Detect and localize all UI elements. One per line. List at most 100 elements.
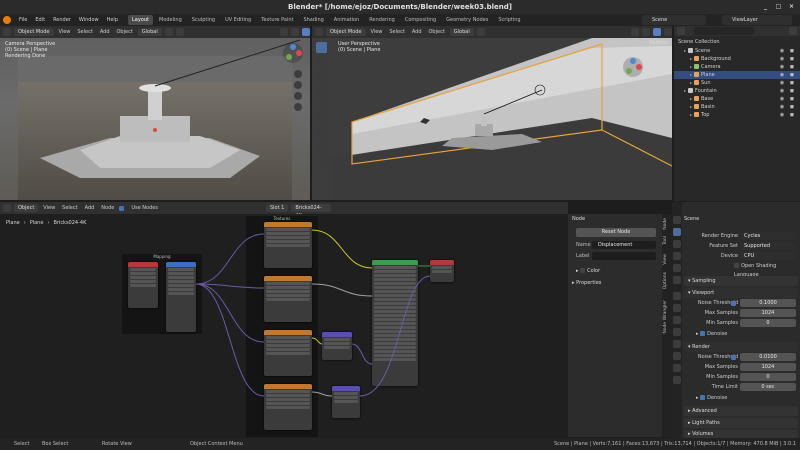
modifier-tab-icon[interactable] (673, 304, 681, 312)
noise-threshold-checkbox[interactable] (731, 301, 736, 306)
view-layer-tab-icon[interactable] (673, 252, 681, 260)
select-tool-icon[interactable] (316, 42, 327, 53)
tab-layout[interactable]: Layout (128, 15, 153, 25)
render-subpanel[interactable]: ▾ Render (684, 342, 798, 352)
feature-set-dropdown[interactable]: Supported (740, 242, 796, 250)
visibility-icon[interactable]: ◉ ◼ (780, 63, 796, 71)
menu-help[interactable]: Help (104, 15, 121, 25)
render-min-samples-field[interactable]: 0 (740, 373, 796, 381)
volumes-panel[interactable]: ▸ Volumes (684, 430, 798, 438)
menu-file[interactable]: File (16, 15, 30, 25)
output-tab-icon[interactable] (673, 240, 681, 248)
overlay-icon[interactable] (631, 28, 639, 36)
view-layer-selector[interactable]: ViewLayer (722, 15, 792, 25)
node-name-input[interactable]: Displacement (592, 241, 656, 249)
menu-object[interactable]: Object (427, 29, 447, 35)
measure-tool-icon[interactable] (316, 140, 327, 151)
tab-options[interactable]: Options (663, 272, 671, 289)
render-noise-field[interactable]: 0.0100 (740, 353, 796, 361)
menu-add[interactable]: Add (83, 205, 97, 211)
use-nodes-checkbox[interactable] (119, 205, 125, 211)
shading-rendered-icon[interactable] (302, 28, 310, 36)
outliner-item[interactable]: ▸ Camera ◉ ◼ (674, 63, 800, 71)
render-max-samples-field[interactable]: 1024 (740, 363, 796, 371)
noise-threshold-checkbox[interactable] (731, 355, 736, 360)
menu-view[interactable]: View (41, 205, 57, 211)
tab-animation[interactable]: Animation (330, 15, 364, 25)
shading-material-icon[interactable] (664, 28, 672, 36)
shader-type-dropdown[interactable]: Object (14, 204, 39, 212)
light-paths-panel[interactable]: ▸ Light Paths (684, 418, 798, 428)
outliner-item[interactable]: ▸ Background ◉ ◼ (674, 55, 800, 63)
constraints-tab-icon[interactable] (673, 340, 681, 348)
texture-tab-icon[interactable] (673, 376, 681, 384)
blender-logo-icon[interactable] (3, 16, 11, 24)
scene-selector[interactable]: Scene (642, 15, 706, 25)
menu-view[interactable]: View (369, 29, 385, 35)
menu-window[interactable]: Window (76, 15, 102, 25)
move-tool-icon[interactable] (316, 70, 327, 81)
tab-shading[interactable]: Shading (299, 15, 327, 25)
outliner-search-input[interactable] (694, 27, 754, 35)
properties-section[interactable]: ▸ Properties (572, 280, 601, 286)
slot-dropdown[interactable]: Slot 1 (265, 204, 289, 212)
object-tab-icon[interactable] (673, 292, 681, 300)
orientation-dropdown[interactable]: Global (449, 28, 474, 36)
outliner-item[interactable]: ▸ Scene ◉ ◼ (674, 47, 800, 55)
navigation-gizmo-icon[interactable] (622, 56, 644, 78)
menu-view[interactable]: View (57, 29, 73, 35)
pan-hand-icon[interactable] (294, 81, 302, 89)
tab-node-wrangler[interactable]: Node Wrangler (663, 300, 671, 334)
tab-uv-editing[interactable]: UV Editing (221, 15, 255, 25)
mode-dropdown[interactable]: Object Mode (326, 28, 366, 36)
viewport-noise-field[interactable]: 0.1000 (740, 299, 796, 307)
tab-node[interactable]: Node (663, 218, 671, 230)
annotate-tool-icon[interactable] (316, 126, 327, 137)
node-label-input[interactable] (592, 252, 656, 260)
node-editor[interactable]: Plane › Plane › Bricks024-4K Mapping Textu… (0, 214, 568, 437)
visibility-icon[interactable]: ◉ ◼ (780, 71, 796, 79)
xray-icon[interactable] (642, 28, 650, 36)
viewport-subpanel[interactable]: ▾ Viewport (684, 288, 798, 298)
color-section[interactable]: ▸ Color (576, 268, 600, 274)
denoise-checkbox[interactable] (700, 331, 706, 336)
world-tab-icon[interactable] (673, 276, 681, 284)
rotate-tool-icon[interactable] (316, 84, 327, 95)
filter-icon[interactable] (789, 27, 797, 35)
options-menu[interactable]: Options (649, 40, 668, 46)
menu-select[interactable]: Select (60, 205, 79, 211)
outliner-item[interactable]: ▸ Top ◉ ◼ (674, 111, 800, 119)
render-engine-dropdown[interactable]: Cycles (740, 232, 796, 240)
left-viewport[interactable]: Camera Perspective (0) Scene | Plane Ren… (0, 38, 310, 200)
data-tab-icon[interactable] (673, 352, 681, 360)
proportional-icon[interactable] (175, 28, 184, 36)
scale-tool-icon[interactable] (316, 98, 327, 109)
physics-tab-icon[interactable] (673, 328, 681, 336)
add-cube-tool-icon[interactable] (316, 154, 327, 165)
grid-icon[interactable] (294, 103, 302, 111)
tab-compositing[interactable]: Compositing (401, 15, 440, 25)
menu-edit[interactable]: Edit (32, 15, 48, 25)
outliner-item[interactable]: ▸ Plane ◉ ◼ (674, 71, 800, 79)
shading-solid-icon[interactable] (653, 28, 661, 36)
render-tab-icon[interactable] (673, 228, 681, 236)
time-limit-field[interactable]: 0 sec (740, 383, 796, 391)
menu-add[interactable]: Add (98, 29, 112, 35)
denoise-checkbox[interactable] (700, 395, 706, 400)
outliner-item[interactable]: ▸ Base ◉ ◼ (674, 95, 800, 103)
zoom-icon[interactable] (294, 70, 302, 78)
tab-view[interactable]: View (663, 254, 671, 265)
tab-rendering[interactable]: Rendering (365, 15, 399, 25)
scene-tab-icon[interactable] (673, 264, 681, 272)
camera-view-icon[interactable] (294, 92, 302, 100)
minimize-button[interactable]: _ (761, 2, 770, 11)
viewport-max-samples-field[interactable]: 1024 (740, 309, 796, 317)
render-denoise-row[interactable]: ▸ Denoise (684, 394, 798, 403)
navigation-gizmo-icon[interactable] (282, 42, 304, 64)
outliner-item[interactable]: ▸ Fountain ◉ ◼ (674, 87, 800, 95)
tab-sculpting[interactable]: Sculpting (188, 15, 219, 25)
menu-node[interactable]: Node (99, 205, 116, 211)
tab-texture-paint[interactable]: Texture Paint (257, 15, 297, 25)
transform-tool-icon[interactable] (316, 112, 327, 123)
color-checkbox[interactable] (580, 268, 586, 273)
